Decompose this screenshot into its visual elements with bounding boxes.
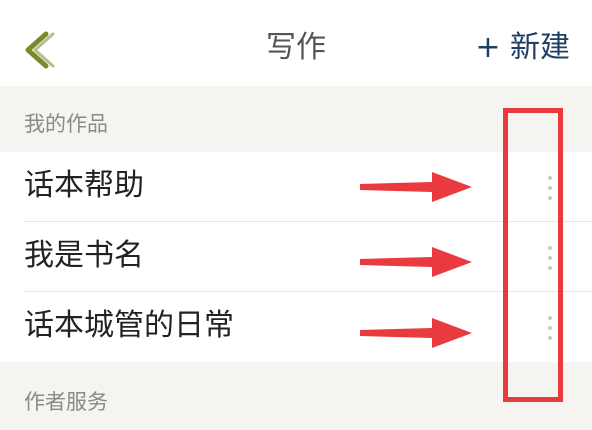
- work-row[interactable]: 话本城管的日常: [0, 292, 592, 362]
- back-button[interactable]: [20, 30, 56, 70]
- section-label: 我的作品: [24, 112, 108, 136]
- more-vertical-icon[interactable]: [538, 242, 562, 274]
- work-title: 我是书名: [24, 238, 144, 273]
- chevron-left-icon: [25, 31, 55, 69]
- work-title: 话本城管的日常: [24, 308, 234, 343]
- work-row[interactable]: 我是书名: [0, 222, 592, 292]
- section-header-my-works: 我的作品: [0, 86, 592, 152]
- more-vertical-icon[interactable]: [538, 312, 562, 344]
- new-work-button[interactable]: + 新建: [475, 26, 570, 70]
- work-row[interactable]: 话本帮助: [0, 152, 592, 222]
- work-title: 话本帮助: [24, 168, 144, 203]
- more-vertical-icon[interactable]: [538, 172, 562, 204]
- section-label: 作者服务: [24, 390, 108, 414]
- nav-bar: 写作 + 新建: [0, 0, 592, 86]
- section-header-author-services: 作者服务: [0, 362, 592, 430]
